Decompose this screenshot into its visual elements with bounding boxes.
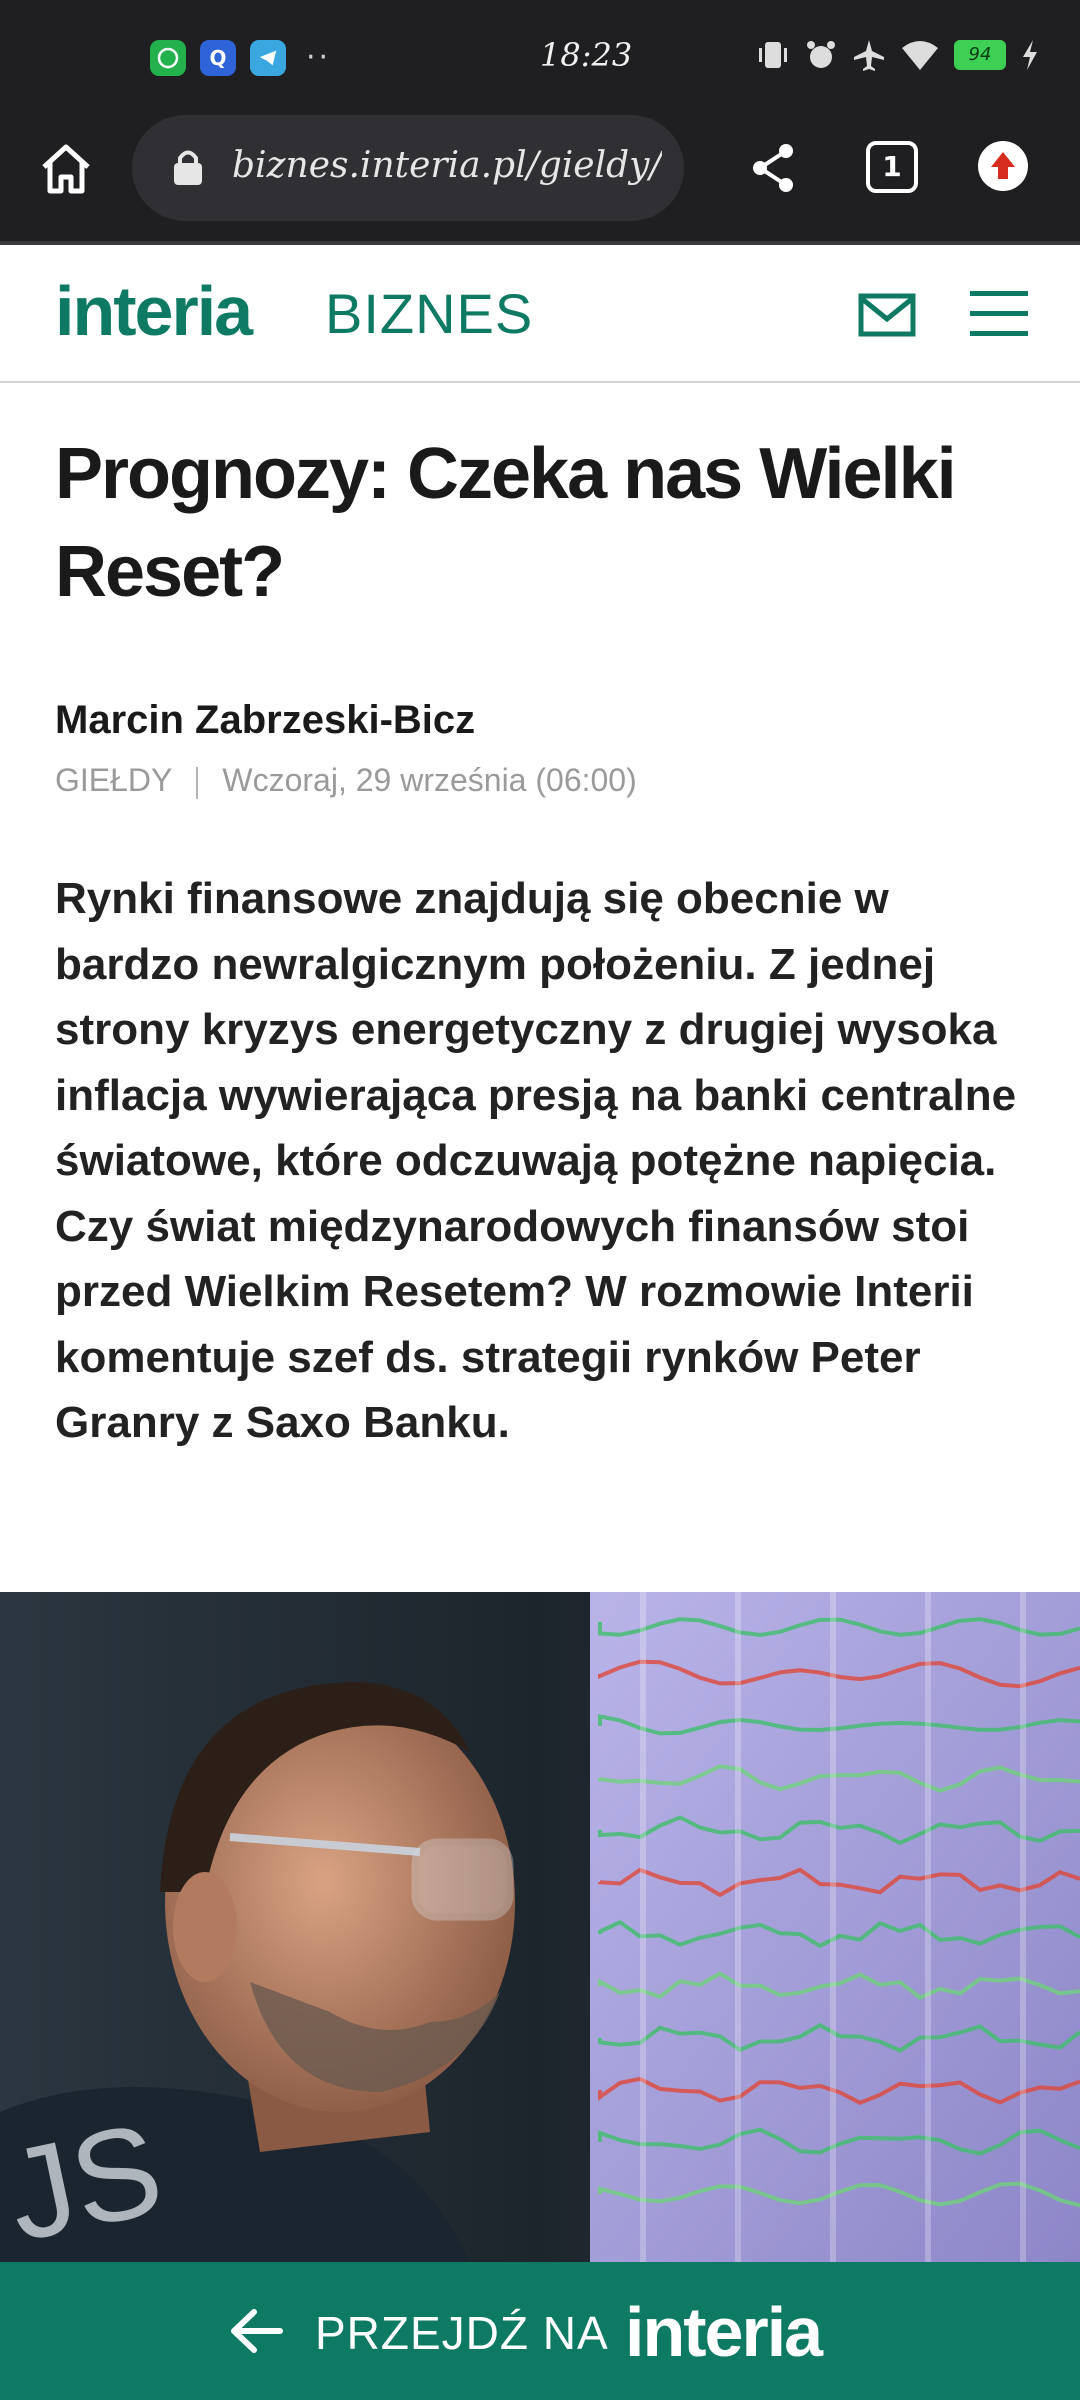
article-hero-image: JS — [0, 1592, 1080, 2262]
airplane-icon — [854, 40, 884, 71]
telegram-icon — [250, 40, 286, 76]
home-button[interactable] — [36, 139, 96, 199]
home-icon — [42, 144, 90, 194]
share-icon — [753, 144, 793, 192]
lock-icon — [174, 150, 202, 185]
address-bar[interactable]: biznes.interia.pl/gieldy/a — [132, 115, 684, 221]
interia-logo[interactable]: interia — [55, 271, 253, 351]
monitor-column — [1020, 1592, 1026, 2262]
arrow-left-icon — [231, 2309, 283, 2353]
monitor-column — [735, 1592, 741, 2262]
alarm-icon — [807, 41, 835, 68]
more-notifications-icon: ·· — [306, 40, 332, 75]
q-app-icon: Q — [200, 40, 236, 76]
interia-logo-footer: interia — [625, 2293, 823, 2371]
meta-divider — [196, 766, 199, 799]
system-icons: 94 — [756, 38, 1040, 72]
url-text: biznes.interia.pl/gieldy/a — [232, 145, 662, 186]
site-header: interia BIZNES — [0, 249, 1080, 383]
whatsapp-icon — [150, 40, 186, 76]
mail-button[interactable] — [858, 293, 916, 341]
monitor-column — [925, 1592, 931, 2262]
charging-icon — [1023, 40, 1037, 70]
article-date: Wczoraj, 29 września (06:00) — [222, 762, 637, 798]
article-category[interactable]: GIEŁDY — [55, 762, 172, 798]
article-author[interactable]: Marcin Zabrzeski-Bicz — [55, 698, 475, 743]
svg-text:JS: JS — [0, 2095, 174, 2262]
update-button[interactable] — [978, 141, 1028, 191]
trader-photo: JS — [0, 1592, 1080, 2262]
article-title: Prognozy: Czeka nas Wielki Reset? — [55, 434, 957, 612]
status-bar: Q ·· 18:23 94 — [0, 0, 1080, 115]
hamburger-icon — [970, 291, 1028, 336]
menu-button[interactable] — [970, 289, 1028, 343]
mail-icon — [858, 293, 916, 337]
article-meta: GIEŁDY Wczoraj, 29 września (06:00) — [55, 762, 637, 799]
battery-icon: 94 — [954, 40, 1006, 70]
update-arrow-icon — [991, 152, 1015, 179]
go-to-label: PRZEJDŹ NA — [315, 2307, 609, 2359]
go-to-interia-bar[interactable]: PRZEJDŹ NA interia — [0, 2262, 1080, 2400]
monitor-column — [640, 1592, 646, 2262]
section-name[interactable]: BIZNES — [325, 281, 533, 346]
monitor-column — [830, 1592, 836, 2262]
share-button[interactable] — [748, 141, 798, 199]
browser-toolbar: biznes.interia.pl/gieldy/a 1 — [0, 115, 1080, 245]
vibrate-icon — [759, 42, 787, 68]
notification-icons: Q ·· — [150, 40, 331, 76]
article-lead: Rynki finansowe znajdują się obecnie w b… — [55, 874, 1017, 1447]
tabs-button[interactable]: 1 — [866, 141, 918, 193]
clock: 18:23 — [540, 36, 633, 74]
wifi-icon — [902, 41, 938, 70]
